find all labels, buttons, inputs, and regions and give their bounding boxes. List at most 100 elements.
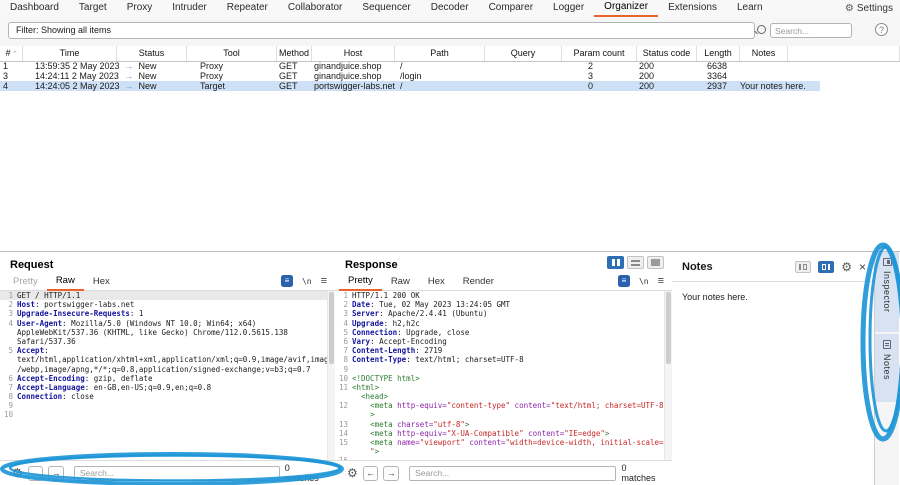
search-settings-gear-icon[interactable]: ⚙ [347, 466, 358, 480]
filter-toolbar: Filter: Showing all items ? [0, 17, 900, 47]
single-layout-icon[interactable] [647, 256, 664, 269]
editor-menu-icon[interactable]: ≡ [321, 276, 327, 286]
code-line: /webp,image/apng,*/*;q=0.8,application/s… [0, 365, 335, 374]
help-button[interactable]: ? [875, 23, 888, 36]
search-settings-gear-icon[interactable]: ⚙ [12, 466, 23, 480]
panel-layout-icon[interactable] [795, 261, 811, 273]
code-line: 7Content-Length: 2719 [335, 346, 672, 355]
cell-query [490, 81, 562, 91]
column-header-query[interactable]: Query [485, 46, 562, 61]
request-tab-pretty[interactable]: Pretty [4, 276, 47, 290]
cell-tool: Target [200, 81, 277, 91]
cell-query [490, 61, 562, 71]
menu-tab-comparer[interactable]: Comparer [479, 0, 543, 17]
column-header-status_code[interactable]: Status code [637, 46, 697, 61]
newline-toggle-icon[interactable]: \n [639, 277, 649, 286]
column-header-notes[interactable]: Notes [740, 46, 788, 61]
search-next-button[interactable]: → [383, 466, 399, 481]
editor-menu-icon[interactable]: ≡ [658, 276, 664, 286]
menu-tab-dashboard[interactable]: Dashboard [0, 0, 69, 17]
search-prev-button[interactable]: ← [28, 466, 44, 481]
request-search-bar: ⚙ ← → 0 matches [0, 460, 335, 485]
notes-header: Notes ⚙ × [672, 252, 874, 282]
status-arrow-icon: → [125, 81, 134, 91]
menu-tab-collaborator[interactable]: Collaborator [278, 0, 352, 17]
menu-tab-logger[interactable]: Logger [543, 0, 594, 17]
column-header-spacer[interactable] [788, 46, 900, 61]
code-line: 4Upgrade: h2,h2c [335, 319, 672, 328]
scrollbar-thumb[interactable] [329, 292, 334, 364]
table-search-input[interactable] [770, 23, 852, 38]
cell-param_count: 2 [588, 61, 637, 71]
newline-toggle-icon[interactable]: \n [302, 277, 312, 286]
side-tab-label: Inspector [882, 271, 892, 313]
cell-status_code: 200 [639, 61, 697, 71]
menu-tab-learn[interactable]: Learn [727, 0, 773, 17]
notes-title: Notes [682, 261, 713, 273]
cell-time: 14:24:11 2 May 2023 [35, 71, 117, 81]
menu-tab-intruder[interactable]: Intruder [162, 0, 216, 17]
code-line: 8Content-Type: text/html; charset=UTF-8 [335, 355, 672, 364]
search-icon [757, 25, 766, 34]
response-tab-render[interactable]: Render [454, 276, 503, 290]
response-tab-raw[interactable]: Raw [382, 276, 419, 290]
cell-method: GET [279, 81, 312, 91]
request-editor[interactable]: 1GET / HTTP/1.12Host: portswigger-labs.n… [0, 291, 335, 462]
close-icon[interactable]: × [859, 261, 866, 273]
response-tab-pretty[interactable]: Pretty [339, 275, 382, 291]
panel-layout-active-icon[interactable] [818, 261, 834, 273]
menu-tab-decoder[interactable]: Decoder [421, 0, 479, 17]
status-arrow-icon: → [125, 71, 134, 81]
notes-content[interactable]: Your notes here. [672, 282, 874, 302]
column-header-status[interactable]: Status [117, 46, 187, 61]
cell-num: 1 [3, 61, 23, 71]
scrollbar-thumb[interactable] [666, 292, 671, 364]
menu-tab-proxy[interactable]: Proxy [117, 0, 163, 17]
request-tab-hex[interactable]: Hex [84, 276, 119, 290]
request-tabs: PrettyRawHex ≡ \n ≡ [0, 272, 335, 291]
side-tab-notes[interactable]: Notes [875, 334, 899, 402]
cell-query [490, 71, 562, 81]
code-line: 4User-Agent: Mozilla/5.0 (Windows NT 10.… [0, 319, 335, 328]
wrap-format-icon[interactable]: ≡ [618, 275, 630, 287]
search-prev-button[interactable]: ← [363, 466, 379, 481]
column-header-num[interactable]: #^ [0, 46, 23, 61]
columns-layout-icon[interactable] [607, 256, 624, 269]
response-tab-hex[interactable]: Hex [419, 276, 454, 290]
code-line: 14 <meta http-equiv="X-UA-Compatible" co… [335, 429, 672, 438]
column-header-method[interactable]: Method [277, 46, 312, 61]
menu-tab-organizer[interactable]: Organizer [594, 0, 658, 17]
request-scrollbar[interactable] [327, 291, 335, 462]
request-search-input[interactable] [74, 466, 280, 481]
side-tab-inspector[interactable]: Inspector [875, 252, 899, 332]
settings-button[interactable]: ⚙ Settings [845, 0, 900, 17]
code-line: 5Connection: Upgrade, close [335, 328, 672, 337]
response-editor[interactable]: 1HTTP/1.1 200 OK2Date: Tue, 02 May 2023 … [335, 291, 672, 462]
gear-icon[interactable]: ⚙ [841, 260, 852, 274]
cell-param_count: 3 [588, 71, 637, 81]
menu-tab-repeater[interactable]: Repeater [217, 0, 278, 17]
response-scrollbar[interactable] [664, 291, 672, 462]
response-search-bar: ⚙ ← → 0 matches [335, 460, 672, 485]
table-row[interactable]: 113:59:35 2 May 2023→NewProxyGETginandju… [0, 61, 820, 71]
column-header-host[interactable]: Host [312, 46, 395, 61]
menu-tab-target[interactable]: Target [69, 0, 117, 17]
code-line: 2Host: portswigger-labs.net [0, 300, 335, 309]
column-header-param_count[interactable]: Param count [562, 46, 637, 61]
rows-layout-icon[interactable] [627, 256, 644, 269]
filter-bar[interactable]: Filter: Showing all items [8, 22, 755, 39]
column-header-time[interactable]: Time [23, 46, 117, 61]
table-row[interactable]: 414:24:05 2 May 2023→NewTargetGETportswi… [0, 81, 820, 91]
column-header-path[interactable]: Path [395, 46, 485, 61]
menu-tab-sequencer[interactable]: Sequencer [352, 0, 420, 17]
table-row[interactable]: 314:24:11 2 May 2023→NewProxyGETginandju… [0, 71, 820, 81]
wrap-format-icon[interactable]: ≡ [281, 275, 293, 287]
request-tab-raw[interactable]: Raw [47, 275, 84, 291]
search-next-button[interactable]: → [48, 466, 64, 481]
menu-tab-extensions[interactable]: Extensions [658, 0, 727, 17]
column-header-tool[interactable]: Tool [187, 46, 277, 61]
cell-notes [740, 71, 788, 81]
response-search-input[interactable] [409, 466, 616, 481]
code-line: 11<html> [335, 383, 672, 392]
column-header-length[interactable]: Length [697, 46, 740, 61]
